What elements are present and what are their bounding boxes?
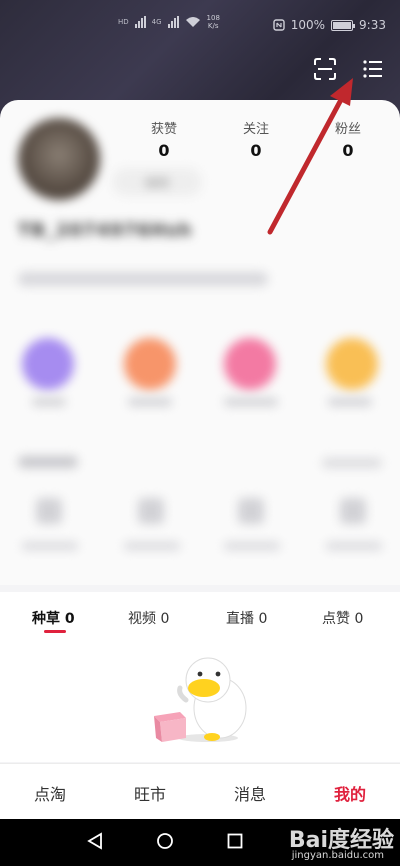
nav-mine[interactable]: 我的 [320, 781, 380, 805]
quick-entry-1[interactable] [22, 338, 74, 390]
scan-icon [314, 58, 336, 80]
nav-messages[interactable]: 消息 [220, 781, 280, 805]
tab-count: 0 [64, 611, 75, 627]
tool-icon[interactable] [340, 498, 366, 524]
nfc-icon [273, 19, 285, 31]
tab-label: 直播 [226, 611, 254, 627]
tool-icon[interactable] [238, 498, 264, 524]
network-gen: 4G [151, 17, 162, 26]
tab-label: 视频 [128, 611, 156, 627]
quick-entry-4[interactable] [326, 338, 378, 390]
empty-state-duck-illustration [154, 657, 247, 742]
scan-button[interactable] [310, 54, 340, 84]
quick-entry-label [224, 398, 278, 406]
quick-entry-3[interactable] [224, 338, 276, 390]
nav-wangshi[interactable]: 旺市 [120, 781, 180, 805]
tool-label [124, 542, 180, 550]
tool-icon[interactable] [138, 498, 164, 524]
stat-value: 0 [158, 141, 170, 160]
quick-entry-label [128, 398, 172, 406]
back-triangle-icon[interactable] [86, 832, 104, 850]
watermark-url: jingyan.baidu.com [291, 850, 384, 861]
tool-label [22, 542, 78, 550]
tab-video[interactable]: 视频 0 [128, 608, 169, 628]
tab-zhongcao[interactable]: 种草 0 [32, 608, 75, 628]
menu-icon [363, 60, 382, 78]
tab-live[interactable]: 直播 0 [226, 608, 267, 628]
tab-count: 0 [258, 611, 268, 627]
quick-entry-label [32, 398, 66, 406]
battery-percent: 100% [290, 18, 326, 32]
edit-profile-button[interactable]: 编辑 [112, 168, 202, 196]
speed-unit: K/s [207, 22, 219, 30]
home-circle-icon[interactable] [156, 832, 174, 850]
stat-likes[interactable]: 获赞 0 [124, 118, 204, 160]
stat-value: 0 [250, 141, 262, 160]
clock: 9:33 [359, 18, 386, 32]
quick-entry-label [328, 398, 372, 406]
quick-entry-2[interactable] [124, 338, 176, 390]
stat-label: 粉丝 [334, 122, 361, 137]
status-bar: HD 4G 108 K/s 100% 9:33 [0, 0, 400, 40]
nav-diantao[interactable]: 点淘 [20, 781, 80, 805]
username: TB_2074976Hsh [18, 220, 193, 241]
tab-count: 0 [160, 611, 170, 627]
profile-bio [18, 272, 268, 286]
tab-label: 点赞 [322, 611, 350, 627]
avatar[interactable] [18, 118, 100, 200]
signal-icon-2 [167, 16, 179, 28]
network-speed: 108 K/s [207, 14, 220, 30]
tool-label [224, 542, 280, 550]
speed-value: 108 [206, 14, 220, 22]
stat-label: 获赞 [150, 122, 177, 137]
recent-square-icon[interactable] [226, 832, 244, 850]
signal-icon [134, 16, 146, 28]
wifi-icon [185, 17, 200, 27]
status-left: HD 4G 108 K/s [118, 14, 220, 30]
tool-label [326, 542, 382, 550]
stat-followers[interactable]: 粉丝 0 [308, 118, 388, 160]
stat-following[interactable]: 关注 0 [216, 118, 296, 160]
tab-liked[interactable]: 点赞 0 [322, 608, 363, 628]
battery-icon [331, 19, 356, 31]
network-type: HD [118, 17, 129, 26]
status-right: 100% 9:33 [273, 18, 386, 32]
menu-button[interactable] [358, 54, 388, 84]
tab-count: 0 [354, 611, 364, 627]
stat-value: 0 [342, 141, 354, 160]
active-tab-indicator [44, 630, 66, 633]
section-title [18, 456, 78, 468]
section-more[interactable] [322, 458, 382, 468]
tab-label: 种草 [32, 611, 60, 627]
stat-label: 关注 [242, 122, 269, 137]
tool-icon[interactable] [36, 498, 62, 524]
